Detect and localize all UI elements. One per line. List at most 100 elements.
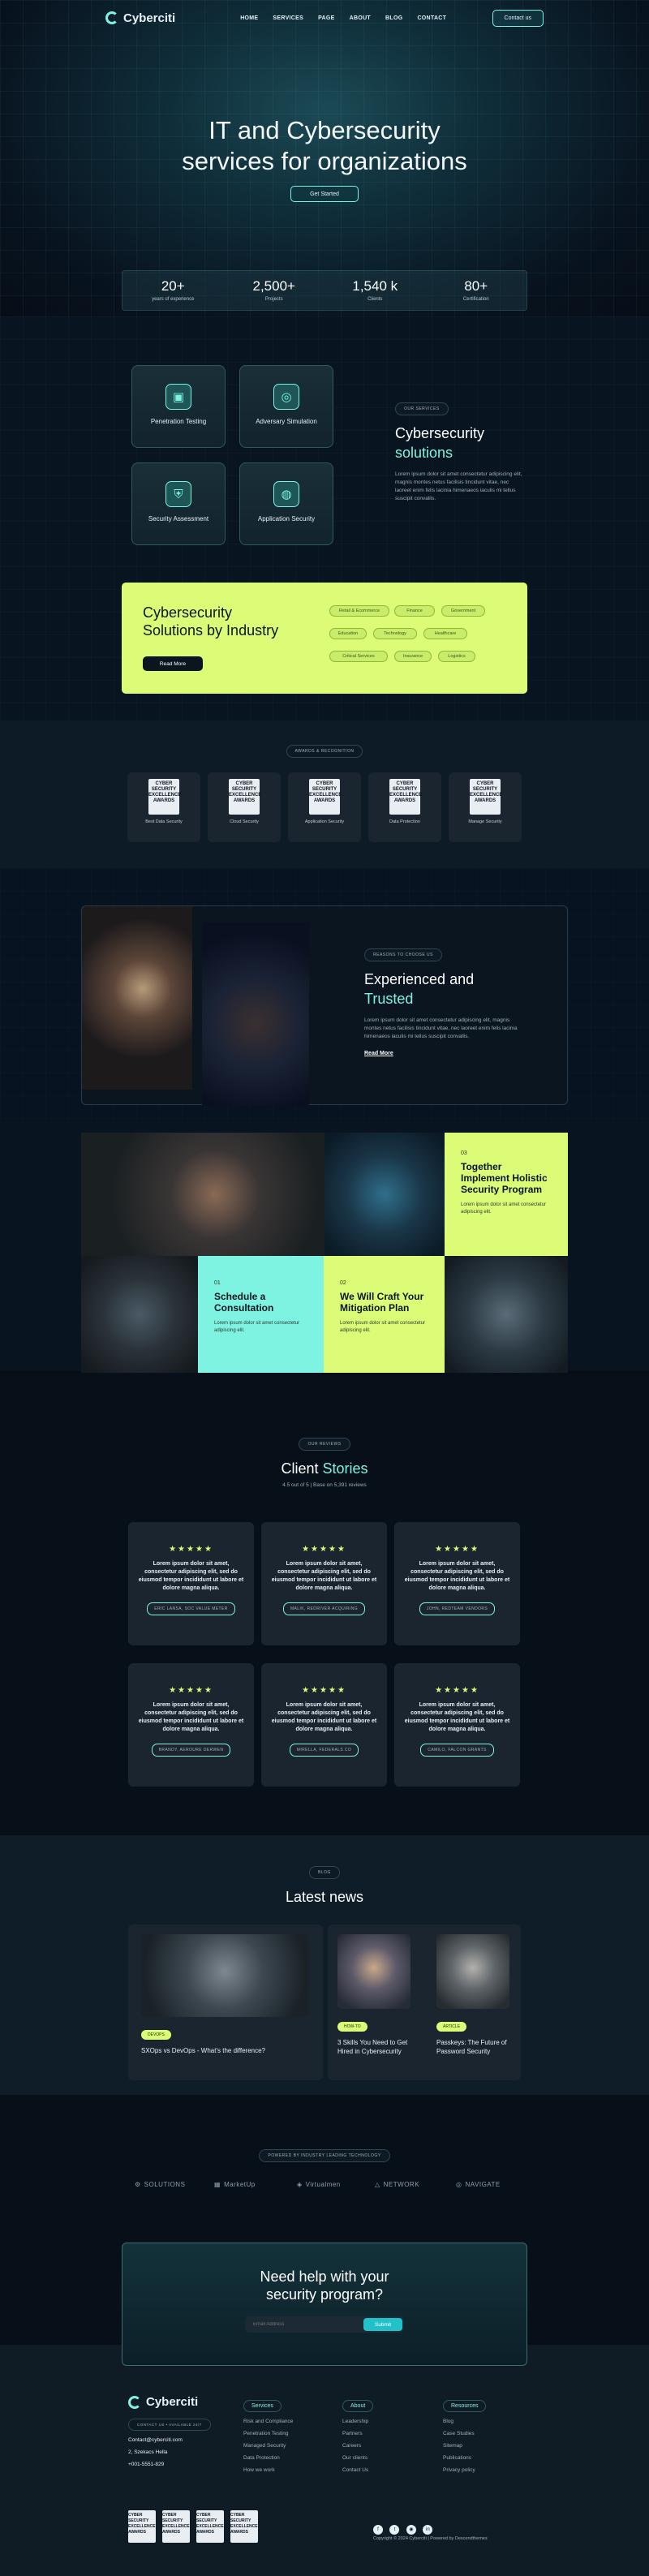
submit-button[interactable]: Submit (363, 2318, 402, 2331)
testimonials-title-b: Stories (322, 1460, 368, 1477)
read-more-link[interactable]: Read More (364, 1051, 527, 1056)
news-card-pair: HOW-TO 3 Skills You Need to Get Hired in… (328, 1924, 521, 2080)
testimonial-card: ★★★★★ Lorem ipsum dolor sit amet, consec… (394, 1522, 520, 1645)
services-intro: OUR SERVICES Cybersecurity solutions Lor… (395, 399, 525, 503)
footer-link[interactable]: Publications (443, 2455, 486, 2461)
read-more-button[interactable]: Read More (143, 656, 203, 671)
partner-name: NAVIGATE (465, 2181, 501, 2188)
award-title: Application Security (304, 819, 345, 824)
step-text: Lorem ipsum dolor sit amet consectetur a… (340, 1321, 426, 1333)
partner-name: SOLUTIONS (144, 2181, 186, 2188)
step-title: Schedule a Consultation (214, 1291, 274, 1314)
service-card[interactable]: ▣ Penetration Testing (131, 365, 226, 448)
footer-link[interactable]: Our clients (342, 2455, 373, 2461)
footer-link[interactable]: How we work (243, 2467, 293, 2473)
step-title: We Will Craft Your Mitigation Plan (340, 1291, 424, 1314)
twitter-icon[interactable]: t (389, 2525, 400, 2535)
get-started-button[interactable]: Get Started (290, 186, 359, 202)
footer-link[interactable]: Risk and Compliance (243, 2419, 293, 2424)
industry-title-line1: Cybersecurity (143, 604, 233, 621)
industry-tag[interactable]: Insurance (394, 651, 432, 662)
news-header: BLOG Latest news (0, 1863, 649, 1907)
service-card-title: Security Assessment (148, 515, 209, 523)
footer-link[interactable]: Sitemap (443, 2443, 486, 2449)
news-card[interactable]: HOW-TO 3 Skills You Need to Get Hired in… (337, 1934, 417, 2056)
star-rating: ★★★★★ (435, 1545, 479, 1554)
service-card[interactable]: ◍ Application Security (239, 462, 333, 545)
industry-tag[interactable]: Logistics (438, 651, 475, 662)
service-card-title: Penetration Testing (150, 418, 207, 425)
social-links: f t ◉ in (373, 2520, 436, 2535)
footer-col-title: About (342, 2400, 374, 2412)
news-card[interactable]: DEVOPS SXOps vs DevOps - What's the diff… (128, 1924, 323, 2080)
section-pill: OUR SERVICES (395, 402, 449, 415)
footer-link[interactable]: Data Protection (243, 2455, 293, 2461)
hero-title-line2: services for organizations (182, 147, 467, 175)
step-card: 03 Together Implement Holistic Security … (445, 1133, 568, 1256)
service-card[interactable]: ◎ Adversary Simulation (239, 365, 333, 448)
testimonial-card: ★★★★★ Lorem ipsum dolor sit amet, consec… (261, 1663, 387, 1787)
footer-link[interactable]: Blog (443, 2419, 486, 2424)
service-card[interactable]: ⛨ Security Assessment (131, 462, 226, 545)
stat-item: 80+ Certification (426, 271, 527, 310)
industry-tag[interactable]: Retail & Ecommerce (329, 605, 389, 617)
facebook-icon[interactable]: f (373, 2525, 383, 2535)
footer-brand-name: Cyberciti (146, 2395, 199, 2409)
why-text: Lorem ipsum dolor sit amet consectetur a… (364, 1017, 518, 1039)
nav-about[interactable]: ABOUT (350, 15, 371, 21)
industry-tag[interactable]: Critical Services (329, 651, 388, 662)
footer-col-title: Resources (443, 2400, 487, 2412)
testimonial-quote: Lorem ipsum dolor sit amet, consectetur … (138, 1702, 244, 1732)
star-rating: ★★★★★ (302, 1686, 346, 1695)
footer-link[interactable]: Managed Security (243, 2443, 293, 2449)
services-text: Lorem ipsum dolor sit amet consectetur a… (395, 471, 522, 501)
linkedin-icon[interactable]: in (423, 2525, 433, 2535)
footer-link[interactable]: Contact Us (342, 2467, 373, 2473)
footer-link[interactable]: Case Studies (443, 2431, 486, 2436)
industry-tag[interactable]: Education (329, 628, 367, 639)
footer-link[interactable]: Privacy policy (443, 2467, 486, 2473)
news-title-text: SXOps vs DevOps - What's the difference? (141, 2047, 265, 2054)
footer-phone[interactable]: +001-5551-829 (128, 2462, 234, 2467)
nav-page[interactable]: PAGE (318, 15, 335, 21)
brand-logo[interactable]: Cyberciti (105, 11, 175, 25)
nav-blog[interactable]: BLOG (385, 15, 402, 21)
footer-email[interactable]: Contact@cyberciti.com (128, 2437, 234, 2443)
star-rating: ★★★★★ (302, 1545, 346, 1554)
industry-tag[interactable]: Technology (373, 628, 417, 639)
nav-services[interactable]: SERVICES (273, 15, 303, 21)
partner-name: Virtualmen (305, 2181, 341, 2188)
partner-logo: ▦ MarketUp (214, 2181, 256, 2188)
footer-link[interactable]: Careers (342, 2443, 373, 2449)
testimonial-card: ★★★★★ Lorem ipsum dolor sit amet, consec… (128, 1522, 254, 1645)
step-number: 03 (461, 1150, 467, 1156)
news-card[interactable]: ARTICLE Passkeys: The Future of Password… (436, 1934, 516, 2056)
email-input[interactable] (245, 2316, 359, 2333)
cta-title: Need help with your security program? (122, 2268, 527, 2303)
footer-link[interactable]: Penetration Testing (243, 2431, 293, 2436)
nav-links: HOME SERVICES PAGE ABOUT BLOG CONTACT (240, 15, 446, 21)
footer-link[interactable]: Partners (342, 2431, 373, 2436)
server-room-photo (445, 1256, 568, 1373)
award-badge: CYBER SECURITY EXCELLENCE AWARDS (128, 2510, 156, 2543)
step-card: 02 We Will Craft Your Mitigation Plan Lo… (324, 1256, 445, 1373)
star-rating: ★★★★★ (169, 1545, 213, 1554)
instagram-icon[interactable]: ◉ (406, 2525, 416, 2535)
stat-number: 1,540 k (352, 278, 398, 294)
nav-contact[interactable]: CONTACT (417, 15, 446, 21)
services-title-line2: solutions (395, 445, 453, 461)
award-card: CYBER SECURITY EXCELLENCE AWARDS Data Pr… (368, 772, 441, 842)
industry-tag[interactable]: Government (441, 605, 485, 617)
news-image (337, 1934, 410, 2009)
contact-us-button[interactable]: Contact us (492, 9, 544, 27)
services-title: Cybersecurity solutions (395, 424, 525, 462)
awards-pill-wrap: AWARDS & RECOGNITION (0, 742, 649, 758)
footer-logo[interactable]: Cyberciti (128, 2395, 234, 2409)
industry-tag[interactable]: Healthcare (423, 628, 467, 639)
office-photo (202, 922, 309, 1106)
copyright: Copyright © 2024 Cyberciti | Powered by … (373, 2536, 488, 2541)
footer-link[interactable]: Leadership (342, 2419, 373, 2424)
nav-home[interactable]: HOME (240, 15, 258, 21)
testimonial-quote: Lorem ipsum dolor sit amet, consectetur … (404, 1702, 510, 1732)
industry-tag[interactable]: Finance (394, 605, 435, 617)
